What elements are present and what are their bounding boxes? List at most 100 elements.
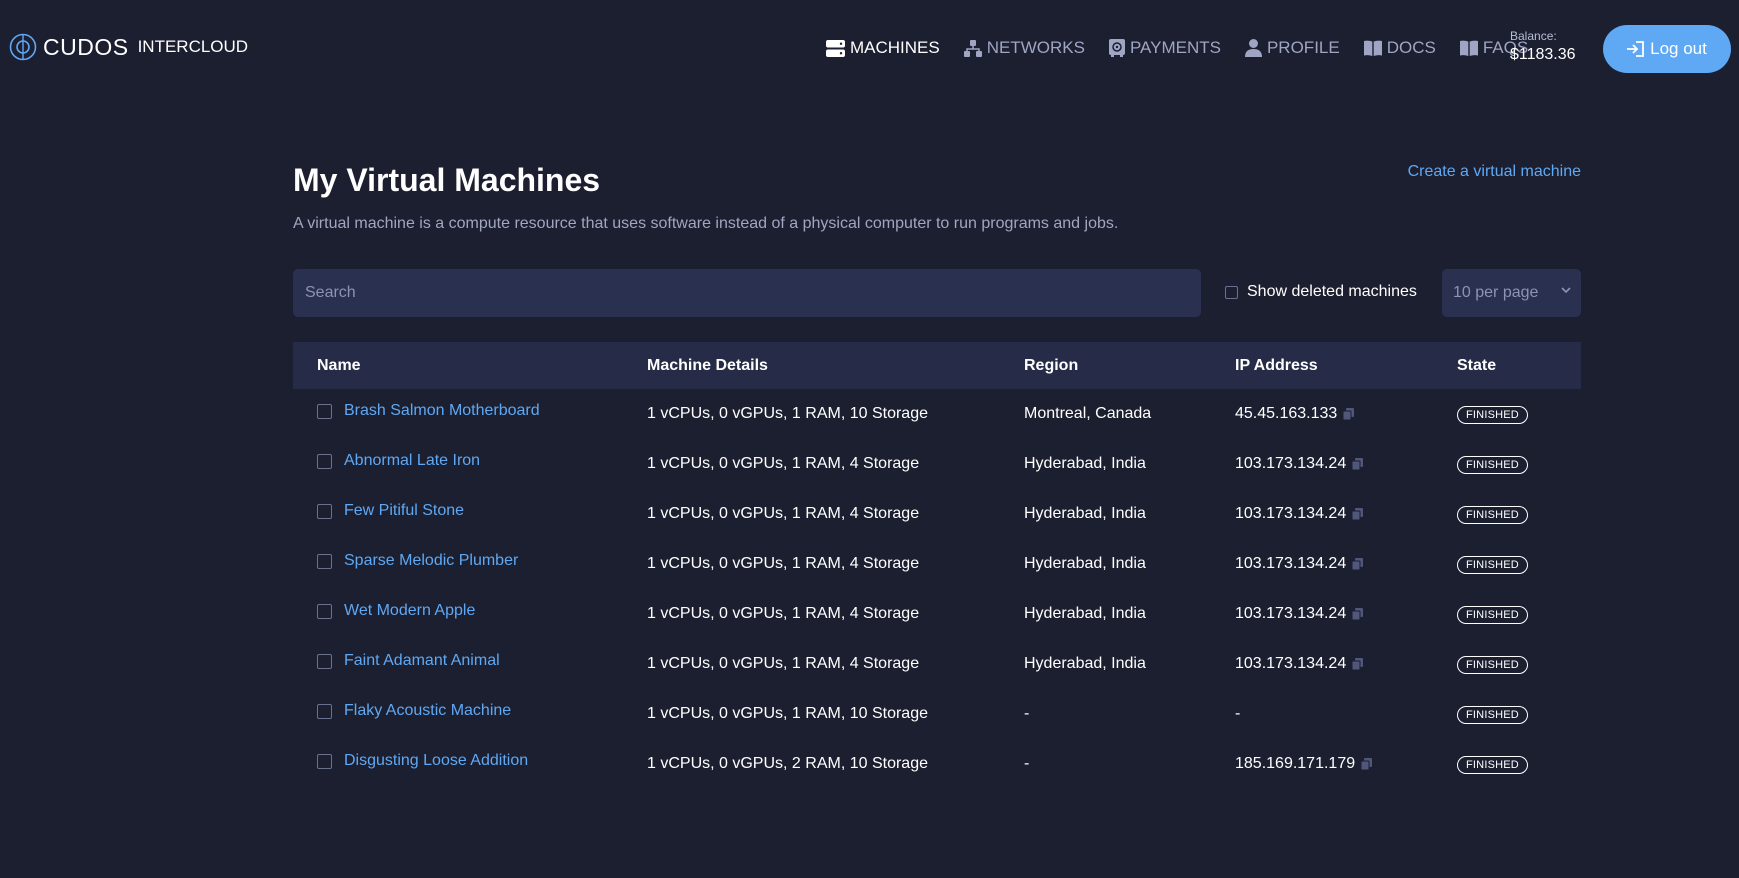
ip-address: 103.173.134.24: [1235, 505, 1347, 522]
machine-details-cell: 1 vCPUs, 0 vGPUs, 1 RAM, 4 Storage: [647, 555, 920, 572]
nav-item-payments[interactable]: PAYMENTS: [1108, 38, 1221, 58]
ip-address: 45.45.163.133: [1235, 405, 1338, 422]
table-row: Abnormal Late Iron 1 vCPUs, 0 vGPUs, 1 R…: [293, 439, 1581, 489]
region-cell: -: [1024, 705, 1030, 722]
region-cell: Hyderabad, India: [1024, 655, 1146, 672]
machine-name-cell: Flaky Acoustic Machine: [317, 702, 511, 720]
row-checkbox[interactable]: [317, 553, 332, 569]
row-checkbox[interactable]: [317, 403, 332, 419]
user-icon: [1244, 39, 1262, 57]
server-icon: [826, 39, 845, 57]
nav-item-docs[interactable]: DOCS: [1363, 38, 1436, 58]
state-cell: FINISHED: [1457, 455, 1528, 474]
machines-table: Name Machine Details Region IP Address S…: [293, 342, 1581, 789]
ip-cell: 45.45.163.133: [1235, 405, 1355, 423]
show-deleted-toggle[interactable]: Show deleted machines: [1225, 283, 1417, 301]
ip-cell: 103.173.134.24: [1235, 505, 1364, 523]
machine-details-cell: 1 vCPUs, 0 vGPUs, 1 RAM, 4 Storage: [647, 655, 920, 672]
status-badge: FINISHED: [1457, 456, 1528, 474]
status-badge: FINISHED: [1457, 706, 1528, 724]
machine-name-cell: Wet Modern Apple: [317, 602, 475, 620]
book-icon: [1459, 40, 1478, 56]
machine-details-cell: 1 vCPUs, 0 vGPUs, 1 RAM, 4 Storage: [647, 505, 920, 522]
show-deleted-label: Show deleted machines: [1247, 283, 1417, 300]
machine-name-link[interactable]: Sparse Melodic Plumber: [344, 552, 518, 570]
machine-name-cell: Disgusting Loose Addition: [317, 752, 528, 770]
row-checkbox[interactable]: [317, 503, 332, 519]
state-cell: FINISHED: [1457, 705, 1528, 724]
ip-address: 103.173.134.24: [1235, 605, 1347, 622]
nav-label: PROFILE: [1266, 38, 1340, 57]
copy-icon[interactable]: [1352, 558, 1364, 570]
row-checkbox[interactable]: [317, 753, 332, 769]
ip-cell: 103.173.134.24: [1235, 455, 1364, 473]
column-header-name[interactable]: Name: [317, 357, 361, 375]
row-checkbox[interactable]: [317, 603, 332, 619]
column-header-state: State: [1457, 356, 1497, 374]
machine-name-cell: Brash Salmon Motherboard: [317, 402, 540, 420]
table-row: Faint Adamant Animal 1 vCPUs, 0 vGPUs, 1…: [293, 639, 1581, 689]
nav-item-networks[interactable]: NETWORKS: [963, 38, 1085, 58]
machine-name-link[interactable]: Abnormal Late Iron: [344, 452, 480, 470]
machine-name-cell: Faint Adamant Animal: [317, 652, 500, 670]
logout-icon: [1627, 41, 1645, 57]
machine-name-link[interactable]: Flaky Acoustic Machine: [344, 702, 511, 720]
row-checkbox[interactable]: [317, 703, 332, 719]
show-deleted-checkbox[interactable]: [1225, 285, 1238, 299]
nav-label: NETWORKS: [986, 38, 1085, 57]
machine-details-cell: 1 vCPUs, 0 vGPUs, 1 RAM, 10 Storage: [647, 705, 928, 722]
top-header: CUDOS INTERCLOUD MACHINES NETWORKS PAYME…: [0, 0, 1739, 98]
ip-cell: -: [1235, 705, 1240, 723]
nav-item-profile[interactable]: PROFILE: [1244, 38, 1340, 58]
copy-icon[interactable]: [1352, 608, 1364, 620]
machine-details-cell: 1 vCPUs, 0 vGPUs, 1 RAM, 4 Storage: [647, 605, 920, 622]
ip-cell: 103.173.134.24: [1235, 555, 1364, 573]
balance: Balance: $1183.36: [1510, 29, 1576, 64]
machine-name-cell: Abnormal Late Iron: [317, 452, 480, 470]
page-title: My Virtual Machines: [293, 162, 601, 198]
state-cell: FINISHED: [1457, 405, 1528, 424]
logo[interactable]: CUDOS INTERCLOUD: [9, 33, 248, 61]
balance-value: $1183.36: [1510, 46, 1576, 63]
table-body: Brash Salmon Motherboard 1 vCPUs, 0 vGPU…: [293, 389, 1581, 789]
ip-cell: 103.173.134.24: [1235, 655, 1364, 673]
status-badge: FINISHED: [1457, 406, 1528, 424]
logout-button[interactable]: Log out: [1603, 25, 1731, 73]
machine-name-link[interactable]: Wet Modern Apple: [344, 602, 475, 620]
search-input[interactable]: [293, 269, 1201, 317]
table-row: Wet Modern Apple 1 vCPUs, 0 vGPUs, 1 RAM…: [293, 589, 1581, 639]
row-checkbox[interactable]: [317, 453, 332, 469]
ip-address: -: [1235, 705, 1241, 722]
status-badge: FINISHED: [1457, 756, 1528, 774]
table-row: Brash Salmon Motherboard 1 vCPUs, 0 vGPU…: [293, 389, 1581, 439]
region-cell: Hyderabad, India: [1024, 605, 1146, 622]
status-badge: FINISHED: [1457, 556, 1528, 574]
column-header-region: Region: [1024, 356, 1079, 374]
machine-name-cell: Sparse Melodic Plumber: [317, 552, 518, 570]
network-icon: [963, 39, 982, 57]
nav-item-machines[interactable]: MACHINES: [826, 38, 940, 58]
state-cell: FINISHED: [1457, 505, 1528, 524]
machine-details-cell: 1 vCPUs, 0 vGPUs, 1 RAM, 10 Storage: [647, 405, 928, 422]
ip-address: 103.173.134.24: [1235, 555, 1347, 572]
table-row: Disgusting Loose Addition 1 vCPUs, 0 vGP…: [293, 739, 1581, 789]
row-checkbox[interactable]: [317, 653, 332, 669]
machine-name-link[interactable]: Faint Adamant Animal: [344, 652, 500, 670]
book-icon: [1363, 40, 1382, 56]
copy-icon[interactable]: [1352, 658, 1364, 670]
ip-address: 103.173.134.24: [1235, 455, 1347, 472]
copy-icon[interactable]: [1352, 458, 1364, 470]
per-page-select[interactable]: 10 per page: [1442, 269, 1581, 317]
machine-name-link[interactable]: Disgusting Loose Addition: [344, 752, 528, 770]
create-vm-link[interactable]: Create a virtual machine: [1408, 163, 1581, 181]
copy-icon[interactable]: [1352, 508, 1364, 520]
logo-subtext: INTERCLOUD: [137, 37, 249, 56]
ip-address: 103.173.134.24: [1235, 655, 1347, 672]
copy-icon[interactable]: [1361, 758, 1373, 770]
logo-text: CUDOS: [43, 33, 129, 60]
copy-icon[interactable]: [1343, 408, 1355, 420]
machine-name-link[interactable]: Brash Salmon Motherboard: [344, 402, 540, 420]
region-cell: -: [1024, 755, 1030, 772]
machine-name-link[interactable]: Few Pitiful Stone: [344, 502, 464, 520]
table-row: Few Pitiful Stone 1 vCPUs, 0 vGPUs, 1 RA…: [293, 489, 1581, 539]
